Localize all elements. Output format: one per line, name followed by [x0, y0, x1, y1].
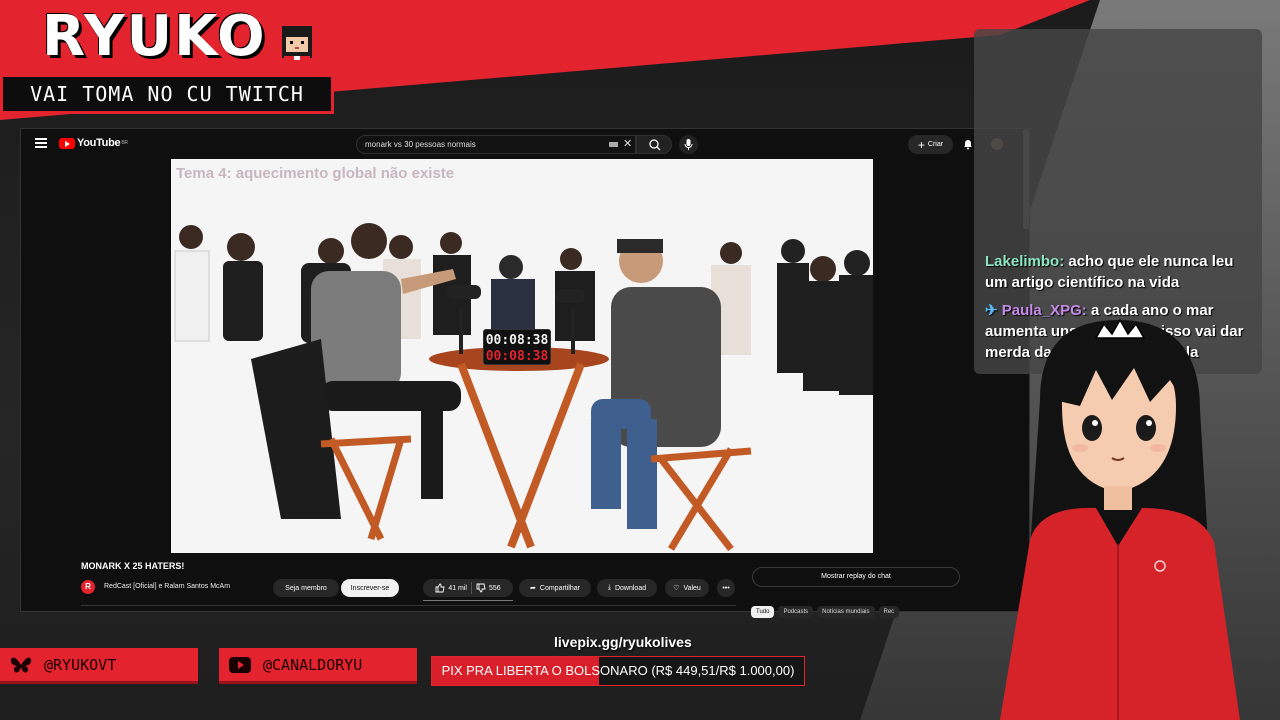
brand-title: RYUKO [42, 4, 267, 69]
butterfly-icon [10, 656, 32, 674]
youtube-play-icon [59, 137, 75, 149]
search-input[interactable]: monark vs 30 pessoas normais [356, 135, 636, 154]
more-actions-button[interactable]: ••• [717, 579, 735, 597]
like-button[interactable]: 41 mil [435, 583, 467, 593]
chat-username: Lakelimbo [985, 253, 1060, 270]
brand-subtitle: VAI TOMA NO CU TWITCH [0, 74, 334, 114]
show-chat-replay-button[interactable]: Mostrar replay do chat [752, 567, 960, 587]
thumbs-up-icon [435, 583, 445, 593]
brand-block: RYUKO VAI TOMA NO CU TWITCH [0, 0, 336, 116]
search-icon [649, 139, 661, 151]
microphone-icon [684, 139, 693, 150]
description-divider [81, 605, 736, 606]
clear-search-icon[interactable]: ✕ [623, 137, 632, 150]
like-underline [423, 600, 513, 601]
youtube-logo[interactable]: YouTube BR [59, 137, 128, 149]
like-count: 41 mil [448, 584, 467, 592]
thanks-button[interactable]: ♡ Valeu [665, 579, 709, 597]
social-bluesky[interactable]: @RYUKOVT [0, 648, 198, 684]
donation-goal-bar: PIX PRA LIBERTA O BOLSONARO (R$ 449,51/R… [431, 656, 805, 686]
video-caption: Tema 4: aquecimento global não existe [176, 165, 455, 182]
timer-bottom: 00:08:38 [485, 349, 549, 364]
voice-search-button[interactable] [679, 135, 698, 154]
chip-all[interactable]: Tudo [751, 606, 775, 618]
like-dislike-group: 41 mil 556 [423, 579, 513, 597]
thumbs-down-icon [476, 583, 486, 593]
bell-icon[interactable] [962, 138, 974, 150]
search-button[interactable] [636, 135, 672, 154]
thanks-icon: ♡ [673, 585, 680, 592]
download-button[interactable]: ⤓ Download [597, 579, 657, 597]
create-label: Criar [927, 141, 944, 148]
join-button[interactable]: Seja membro [273, 579, 339, 597]
video-player[interactable]: Tema 4: aquecimento global não existe 00… [171, 159, 873, 553]
donation-url: livepix.gg/ryukolives [554, 634, 692, 650]
dislike-count: 556 [489, 584, 501, 592]
social-handle: @CANALDORYU [263, 655, 363, 674]
create-button[interactable]: + Criar [908, 135, 953, 154]
chip-podcasts[interactable]: Podcasts [778, 606, 814, 618]
like-divider [471, 582, 472, 594]
dislike-button[interactable]: 556 [476, 583, 501, 593]
download-label: Download [614, 584, 647, 592]
pin-icon: ✈ [985, 302, 998, 319]
subscribe-button[interactable]: Inscrever-se [341, 579, 399, 597]
related-filter-chips: Tudo Podcasts Notícias mundiais Rec [751, 606, 900, 618]
youtube-header: YouTube BR monark vs 30 pessoas normais … [21, 129, 1029, 229]
chip-world-news[interactable]: Notícias mundiais [817, 606, 875, 618]
share-button[interactable]: ➦ Compartilhar [519, 579, 591, 597]
youtube-logo-text: YouTube [77, 137, 121, 149]
share-icon: ➦ [530, 585, 536, 592]
browser-window: YouTube BR monark vs 30 pessoas normais … [20, 128, 1030, 618]
pixel-avatar-icon [274, 16, 322, 72]
timer-top: 00:08:38 [485, 333, 549, 348]
youtube-icon [229, 656, 251, 674]
vtuber-avatar [1000, 318, 1240, 720]
social-youtube[interactable]: @CANALDORYU [219, 648, 417, 684]
donation-goal-text: PIX PRA LIBERTA O BOLSONARO (R$ 449,51/R… [441, 663, 795, 678]
channel-name[interactable]: RedCast [Oficial] e Ralam Santos McAm [104, 583, 230, 590]
chip-recent[interactable]: Rec [878, 606, 900, 618]
plus-icon: + [917, 137, 925, 152]
channel-avatar[interactable]: R [81, 580, 95, 594]
thanks-label: Valeu [683, 584, 701, 592]
debate-timer: 00:08:38 00:08:38 [483, 329, 551, 365]
chat-message: Lakelimbo: acho que ele nunca leu um art… [985, 253, 1234, 291]
youtube-region: BR [121, 140, 128, 146]
keyboard-icon[interactable] [609, 142, 618, 147]
menu-icon[interactable] [35, 138, 47, 148]
share-label: Compartilhar [539, 584, 580, 592]
download-icon: ⤓ [607, 584, 611, 591]
social-handle: @RYUKOVT [44, 655, 117, 674]
video-title: MONARK X 25 HATERS! [81, 561, 185, 571]
